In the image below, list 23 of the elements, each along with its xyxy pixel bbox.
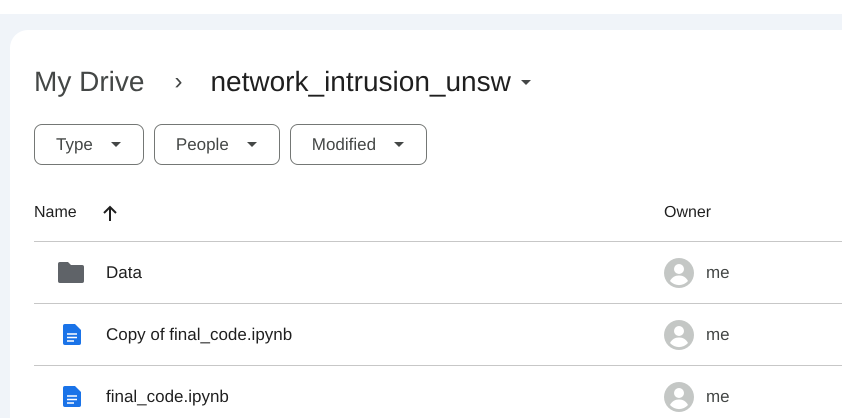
file-name[interactable]: Data [106,262,142,282]
file-name[interactable]: Copy of final_code.ipynb [106,324,292,344]
avatar-icon [664,258,694,288]
breadcrumb-separator: › [174,68,182,96]
caret-icon [520,80,531,84]
avatar-icon [664,382,694,412]
filter-chip[interactable]: People [154,124,280,165]
owner-name: me [706,386,730,406]
avatar-icon [664,320,694,350]
sort-arrow-icon[interactable] [102,205,117,221]
owner-name: me [706,262,730,282]
file-name[interactable]: final_code.ipynb [106,386,229,406]
column-header[interactable]: Owner [664,204,712,222]
caret-icon [246,142,257,147]
caret-icon [110,142,121,147]
caret-icon [394,142,404,147]
folder-title-button[interactable]: network_intrusion_unsw [210,66,531,98]
filter-chip[interactable]: Type [34,124,144,165]
column-header[interactable]: Name [34,204,77,222]
filter-chip[interactable]: Modified [290,124,428,165]
folder-icon [58,262,84,283]
breadcrumb-link[interactable]: My Drive [34,66,144,98]
owner-name: me [706,324,730,344]
